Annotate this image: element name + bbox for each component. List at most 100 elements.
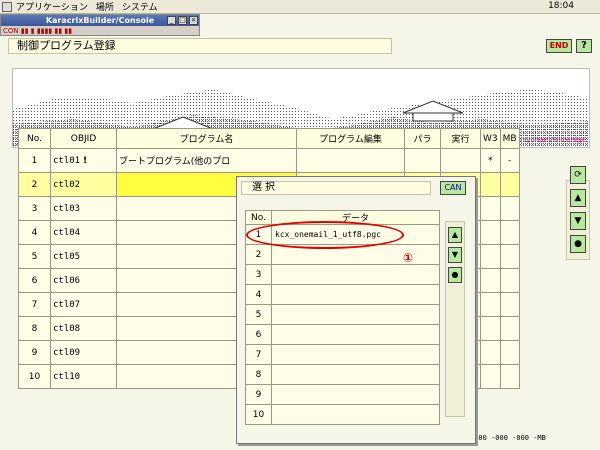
dialog-row[interactable]: 5 — [245, 304, 440, 325]
close-icon[interactable]: × — [189, 16, 198, 25]
clock: 18:04 — [548, 1, 574, 11]
row-no: 6 — [18, 268, 51, 293]
dialog-row[interactable]: 10 — [245, 404, 440, 425]
dialog-scroll-down-button[interactable]: ▼ — [448, 247, 462, 263]
row-no: 2 — [18, 172, 51, 197]
page-title: 制御プログラム登録 — [8, 38, 392, 54]
system-panel: アプリケーション 場所 システム 18:04 — [0, 0, 600, 14]
row-no: 7 — [18, 292, 51, 317]
row-param[interactable] — [404, 148, 441, 173]
row-no: 5 — [18, 244, 51, 269]
console-toolbar[interactable]: CON ▮▮ ▮ ▮▮▮▮ ▮▮ ▮▮ — [3, 27, 72, 36]
table-header-row: No. OBJID プログラム名 プログラム編集 パラ 実行 W3 MB — [18, 128, 520, 149]
dialog-row-no: 5 — [245, 304, 272, 325]
scroll-down-button[interactable]: ▼ — [570, 212, 586, 230]
maximize-icon[interactable]: □ — [178, 16, 187, 25]
menu-system[interactable]: システム — [122, 0, 158, 13]
minimize-icon[interactable]: _ — [167, 16, 176, 25]
row-no: 8 — [18, 316, 51, 341]
row-program-name[interactable]: ブートプログラム(他のプロ — [116, 148, 297, 173]
row-objid[interactable]: ctl08 — [50, 316, 117, 341]
row-objid[interactable]: ctl02 — [50, 172, 117, 197]
row-objid[interactable]: ctl04 — [50, 220, 117, 245]
row-no: 4 — [18, 220, 51, 245]
dot-icon: ● — [451, 270, 459, 279]
dialog-row-data[interactable] — [271, 404, 440, 425]
row-w3[interactable] — [480, 172, 501, 197]
dot-icon: ● — [574, 239, 582, 249]
row-mb[interactable] — [499, 172, 520, 197]
dialog-row[interactable]: 3 — [245, 264, 440, 285]
table-row[interactable]: 1 ctl01 ! ブートプログラム(他のプロ * - — [18, 148, 520, 173]
row-mb[interactable]: - — [499, 148, 520, 173]
dialog-col-data: データ — [271, 210, 440, 225]
dialog-header-row: No. データ — [245, 210, 440, 225]
row-objid[interactable]: ctl06 — [50, 268, 117, 293]
dialog-row-data[interactable] — [271, 344, 440, 365]
arrow-up-icon: ▲ — [451, 230, 459, 239]
dialog-row-no: 2 — [245, 244, 272, 265]
refresh-button[interactable]: ⟳ — [570, 166, 586, 184]
dialog-row-no: 8 — [245, 364, 272, 385]
dialog-row[interactable]: 4 — [245, 284, 440, 305]
dialog-row-no: 9 — [245, 384, 272, 405]
dialog-row-data[interactable] — [271, 264, 440, 285]
console-window: KaracrixBuilder/Console _ □ × CON ▮▮ ▮ ▮… — [0, 14, 200, 36]
cancel-button[interactable]: CAN — [440, 181, 466, 195]
dialog-scroll-up-button[interactable]: ▲ — [448, 227, 462, 243]
row-w3[interactable]: * — [480, 148, 501, 173]
dialog-row-data[interactable] — [271, 244, 440, 265]
dialog-row-no: 4 — [245, 284, 272, 305]
arrow-down-icon: ▼ — [451, 250, 459, 259]
dialog-file-table: No. データ 1 kcx_onemail_1_utf8.pgc 2 3 4 5 … — [245, 210, 440, 425]
dialog-row[interactable]: 6 — [245, 324, 440, 345]
scroll-up-button[interactable]: ▲ — [570, 189, 586, 207]
arrow-down-icon: ▼ — [574, 216, 582, 226]
dialog-row[interactable]: 9 — [245, 384, 440, 405]
row-no: 10 — [18, 364, 51, 389]
dialog-row[interactable]: 7 — [245, 344, 440, 365]
row-objid[interactable]: ctl03 — [50, 196, 117, 221]
dialog-row-data[interactable] — [271, 324, 440, 345]
row-objid[interactable]: ctl10 — [50, 364, 117, 389]
dialog-row[interactable]: 1 kcx_onemail_1_utf8.pgc — [245, 224, 440, 245]
dialog-row-data[interactable]: kcx_onemail_1_utf8.pgc — [271, 224, 440, 245]
row-program-edit[interactable] — [296, 148, 405, 173]
dialog-row-no: 3 — [245, 264, 272, 285]
row-objid[interactable]: ctl09 — [50, 340, 117, 365]
dialog-row-data[interactable] — [271, 304, 440, 325]
help-button[interactable]: ? — [576, 39, 592, 53]
row-objid[interactable]: ctl05 — [50, 244, 117, 269]
dialog-row-no: 7 — [245, 344, 272, 365]
row-no: 3 — [18, 196, 51, 221]
app-menu-icon[interactable] — [2, 1, 12, 12]
col-header-program-edit: プログラム編集 — [296, 128, 405, 149]
row-run[interactable] — [440, 148, 481, 173]
dialog-title: 選択 — [241, 181, 431, 195]
dialog-row-no: 10 — [245, 404, 272, 425]
col-header-objid: OBJID — [50, 128, 117, 149]
dialog-row-data[interactable] — [271, 384, 440, 405]
menu-applications[interactable]: アプリケーション — [16, 0, 88, 13]
col-header-param: パラ — [404, 128, 441, 149]
col-header-no: No. — [18, 128, 51, 149]
dialog-row-no: 1 — [245, 224, 272, 245]
dialog-row[interactable]: 8 — [245, 364, 440, 385]
dialog-row-data[interactable] — [271, 364, 440, 385]
position-button[interactable]: ● — [570, 235, 586, 253]
menu-places[interactable]: 場所 — [96, 0, 114, 13]
row-objid[interactable]: ctl07 — [50, 292, 117, 317]
col-header-run: 実行 — [440, 128, 481, 149]
col-header-program-name: プログラム名 — [116, 128, 297, 149]
end-button[interactable]: END — [546, 39, 572, 53]
callout-number: ① — [403, 251, 414, 265]
dialog-row-data[interactable] — [271, 284, 440, 305]
row-objid[interactable]: ctl01 ! — [50, 148, 117, 173]
dialog-row-no: 6 — [245, 324, 272, 345]
row-no: 9 — [18, 340, 51, 365]
row-no: 1 — [18, 148, 51, 173]
col-header-mb: MB — [499, 128, 520, 149]
status-bits: -000 -000 -000 -MB — [470, 434, 546, 442]
dialog-position-button[interactable]: ● — [448, 267, 462, 283]
arrow-up-icon: ▲ — [574, 193, 582, 203]
